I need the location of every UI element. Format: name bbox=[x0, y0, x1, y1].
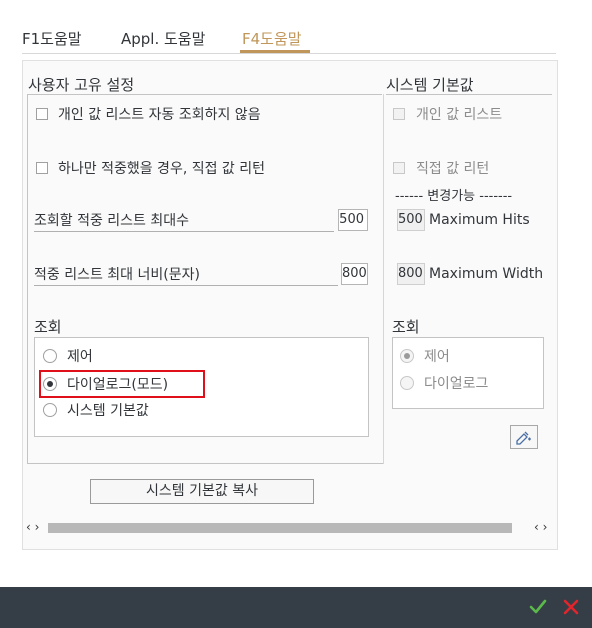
copy-system-defaults-button[interactable]: 시스템 기본값 복사 bbox=[90, 479, 314, 504]
ok-button[interactable] bbox=[528, 597, 548, 617]
system-personal-list-checkbox bbox=[393, 108, 405, 120]
system-radio-dialog-label: 다이얼로그 bbox=[424, 376, 489, 392]
system-radio-dialog bbox=[400, 376, 414, 390]
user-settings-left-border bbox=[27, 94, 28, 464]
max-hits-input[interactable]: 500 bbox=[338, 209, 368, 231]
edit-settings-button[interactable] bbox=[510, 425, 538, 449]
scroll-right-arrows[interactable]: ‹ › bbox=[534, 520, 547, 534]
system-radio-control bbox=[400, 349, 414, 363]
user-settings-title: 사용자 고유 설정 bbox=[28, 76, 135, 94]
system-direct-return-label: 직접 값 리턴 bbox=[416, 161, 490, 177]
system-personal-list-label: 개인 값 리스트 bbox=[416, 107, 503, 123]
settings-column-divider bbox=[383, 94, 384, 464]
radio-control-label: 제어 bbox=[67, 349, 93, 365]
tab-f1-help[interactable]: F1도움말 bbox=[22, 28, 82, 49]
max-width-label: 적중 리스트 최대 너비(문자) bbox=[34, 264, 338, 286]
dialog-footer bbox=[0, 587, 592, 628]
system-defaults-title-line bbox=[386, 94, 552, 95]
changeable-separator: ------ 변경가능 ------- bbox=[395, 189, 513, 204]
user-display-title: 조회 bbox=[34, 318, 62, 336]
radio-system-default[interactable] bbox=[43, 403, 57, 417]
user-settings-title-line bbox=[28, 94, 382, 95]
scroll-track[interactable] bbox=[48, 523, 512, 533]
help-tabs: F1도움말 Appl. 도움말 F4도움말 bbox=[0, 0, 592, 54]
close-icon bbox=[563, 599, 579, 615]
cancel-button[interactable] bbox=[561, 597, 581, 617]
direct-return-checkbox[interactable] bbox=[36, 162, 48, 174]
system-max-width-label: Maximum Width bbox=[429, 266, 544, 282]
system-max-hits-value: 500 bbox=[397, 209, 425, 231]
system-radio-control-label: 제어 bbox=[424, 349, 450, 365]
radio-system-default-label: 시스템 기본값 bbox=[67, 403, 149, 419]
max-hits-label: 조회할 적중 리스트 최대수 bbox=[34, 210, 334, 232]
system-max-hits-label: Maximum Hits bbox=[429, 212, 530, 228]
max-width-input[interactable]: 800 bbox=[341, 263, 368, 285]
direct-return-label: 하나만 적중했을 경우, 직접 값 리턴 bbox=[58, 161, 266, 177]
tab-appl-help[interactable]: Appl. 도움말 bbox=[121, 28, 205, 49]
radio-control[interactable] bbox=[43, 349, 57, 363]
horizontal-scrollbar[interactable]: ‹ › ‹ › bbox=[26, 520, 554, 536]
system-defaults-title: 시스템 기본값 bbox=[386, 76, 474, 94]
f4-help-settings-panel bbox=[22, 60, 558, 550]
no-auto-display-label: 개인 값 리스트 자동 조회하지 않음 bbox=[58, 107, 261, 123]
tab-f4-help[interactable]: F4도움말 bbox=[242, 28, 302, 49]
check-icon bbox=[529, 599, 547, 614]
system-max-width-value: 800 bbox=[397, 263, 425, 285]
system-display-title: 조회 bbox=[392, 318, 420, 336]
highlight-box bbox=[39, 370, 205, 398]
edit-settings-icon bbox=[516, 431, 531, 445]
user-settings-bottom-border bbox=[27, 463, 383, 464]
no-auto-display-checkbox[interactable] bbox=[36, 108, 48, 120]
system-direct-return-checkbox bbox=[393, 162, 405, 174]
tabs-divider bbox=[22, 53, 556, 54]
scroll-left-arrows[interactable]: ‹ › bbox=[26, 520, 39, 534]
